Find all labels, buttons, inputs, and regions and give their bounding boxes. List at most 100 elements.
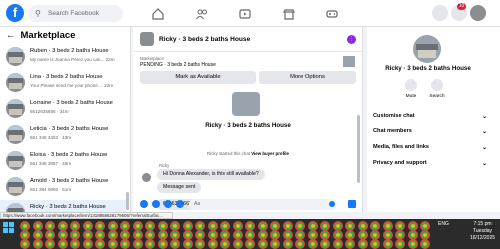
conversation-avatar (6, 151, 25, 170)
media-files-links-row[interactable]: Media, files and links ⌄ (373, 144, 487, 151)
conversation-list-item[interactable]: Ruben · 3 beds 2 baths House My name is J… (0, 44, 126, 70)
more-options-icon[interactable]: ⋮ (347, 35, 356, 44)
mute-bell-icon[interactable] (405, 79, 417, 91)
chat-scrollbar[interactable] (357, 115, 360, 183)
chevron-down-icon: ⌄ (481, 129, 487, 135)
taskbar-browser-icon[interactable] (270, 239, 280, 249)
info-avatar[interactable] (413, 35, 441, 63)
photo-icon[interactable] (152, 200, 160, 208)
marketplace-icon[interactable] (283, 7, 295, 20)
taskbar-browser-icon[interactable] (45, 239, 55, 249)
home-icon[interactable] (152, 7, 164, 20)
chat-members-row[interactable]: Chat members ⌄ (373, 128, 487, 135)
sidebar-scrollbar[interactable] (126, 192, 129, 210)
back-arrow-icon[interactable]: ← (6, 30, 16, 41)
listing-thumbnail[interactable] (343, 56, 355, 67)
conversation-name: Lina · 3 beds 2 baths House (30, 74, 103, 80)
search-icon[interactable] (431, 79, 443, 91)
taskbar-browser-icon[interactable] (182, 239, 193, 249)
chat-title[interactable]: Ricky · 3 beds 2 baths House (159, 36, 250, 43)
taskbar-browser-icon[interactable] (195, 239, 205, 249)
conversation-info-panel: Ricky · 3 beds 2 baths House Mute Search… (367, 27, 500, 212)
mute-label[interactable]: Mute (399, 94, 423, 99)
message-sender-name: Ricky (159, 163, 170, 168)
taskbar-browser-icon[interactable] (282, 239, 293, 249)
marketplace-inbox-sidebar: ← Marketplace Ruben · 3 beds 2 baths Hous… (0, 27, 131, 212)
gif-icon[interactable] (176, 200, 184, 208)
conversation-avatar (6, 177, 25, 196)
search-label[interactable]: Search (425, 94, 449, 99)
menu-grid-icon[interactable] (432, 5, 448, 21)
taskbar-browser-icon[interactable] (107, 239, 118, 249)
taskbar-browser-icon[interactable] (420, 239, 430, 249)
conversation-list-item[interactable]: Leticia · 3 beds 2 baths House 661 346 34… (0, 122, 126, 148)
chat-header: Ricky · 3 beds 2 baths House ⋮ (133, 27, 363, 52)
taskbar-browser-icon[interactable] (220, 239, 230, 249)
language-indicator[interactable]: ENG (438, 221, 449, 227)
taskbar-browser-icon[interactable] (20, 239, 30, 249)
conversation-list-item[interactable]: Lina · 3 beds 2 baths House Your Please s… (0, 70, 126, 96)
conversation-list-item[interactable]: Arnold · 3 beds 2 baths House 661 384 099… (0, 174, 126, 200)
search-input[interactable]: ⚲ Search Facebook (28, 5, 123, 22)
taskbar-browser-icon[interactable] (132, 239, 143, 249)
gaming-icon[interactable] (326, 7, 338, 19)
emoji-icon[interactable] (329, 201, 335, 207)
conversation-name: Lorraine · 3 beds 2 baths House (30, 100, 113, 106)
taskbar-browser-icon[interactable] (395, 239, 405, 249)
customise-chat-row[interactable]: Customise chat ⌄ (373, 113, 487, 120)
taskbar-browser-icon[interactable] (170, 239, 180, 249)
taskbar-browser-icon[interactable] (207, 239, 218, 249)
conversation-list-item[interactable]: Lorraine · 3 beds 2 baths House 661263566… (0, 96, 126, 122)
conversation-avatar (6, 203, 25, 212)
conversation-preview: My name is Joanna Perez you can... 22m (30, 57, 115, 62)
message-input[interactable]: Aa (189, 199, 337, 210)
taskbar-browser-icon[interactable] (245, 239, 255, 249)
more-options-button[interactable]: More Options (259, 71, 356, 84)
chevron-down-icon: ⌄ (481, 145, 487, 151)
system-clock[interactable]: 7:15 pm Tuesday 16/12/2025 (470, 221, 495, 242)
taskbar-browser-icon[interactable] (232, 239, 243, 249)
taskbar-browser-icon[interactable] (407, 239, 418, 249)
sticker-icon[interactable] (164, 200, 172, 208)
taskbar-browser-icon[interactable] (295, 239, 305, 249)
taskbar-browser-icon[interactable] (357, 239, 368, 249)
taskbar-browser-icon[interactable] (345, 239, 355, 249)
video-icon[interactable] (239, 7, 251, 19)
taskbar-browser-icon[interactable] (382, 239, 393, 249)
taskbar-browser-icon[interactable] (257, 239, 268, 249)
taskbar-browser-icon[interactable] (120, 239, 130, 249)
view-buyer-profile-link[interactable]: View buyer profile (251, 151, 289, 156)
conversation-list-item[interactable]: Ricky · 3 beds 2 baths House6616376663 ·… (0, 200, 126, 212)
facebook-logo[interactable]: f (6, 4, 24, 22)
taskbar-browser-icon[interactable] (307, 239, 318, 249)
taskbar-browser-icon[interactable] (320, 239, 330, 249)
taskbar-browser-icon[interactable] (95, 239, 105, 249)
taskbar-browser-icon[interactable] (332, 239, 343, 249)
privacy-support-row[interactable]: Privacy and support ⌄ (373, 160, 487, 167)
conversation-preview: 661 346 3857 · 45m (30, 161, 72, 166)
conversation-preview: 661 346 3453 · 43m (30, 135, 72, 140)
taskbar-browser-icon[interactable] (57, 239, 68, 249)
taskbar-browser-icon[interactable] (370, 239, 380, 249)
taskbar-browser-icon[interactable] (157, 239, 168, 249)
taskbar-browser-icon[interactable] (32, 239, 43, 249)
like-thumb-icon[interactable] (348, 200, 356, 208)
clock-date: 16/12/2025 (470, 235, 496, 241)
friends-icon[interactable] (196, 7, 208, 20)
chat-header-avatar[interactable] (140, 32, 154, 46)
notification-count-badge: 10 (457, 3, 466, 10)
message-thread: Ricky · 3 beds 2 baths House Ricky start… (133, 87, 363, 210)
taskbar-browser-icon[interactable] (145, 239, 155, 249)
message-composer: Aa (133, 197, 363, 212)
mark-as-available-button[interactable]: Mark as Available (140, 71, 256, 84)
clock-time: 7:15 pm (473, 221, 492, 227)
conversation-list-item[interactable]: Eloisa · 3 beds 2 baths House 661 346 385… (0, 148, 126, 174)
conversation-preview: 661 384 0993 · 51m (30, 187, 72, 192)
windows-start-icon[interactable] (3, 222, 14, 233)
row-label: Privacy and support (373, 160, 427, 166)
add-icon[interactable] (140, 200, 148, 208)
taskbar-browser-icon[interactable] (70, 239, 80, 249)
taskbar-browser-icon[interactable] (82, 239, 93, 249)
profile-avatar[interactable] (470, 5, 486, 21)
conversation-avatar (6, 125, 25, 144)
